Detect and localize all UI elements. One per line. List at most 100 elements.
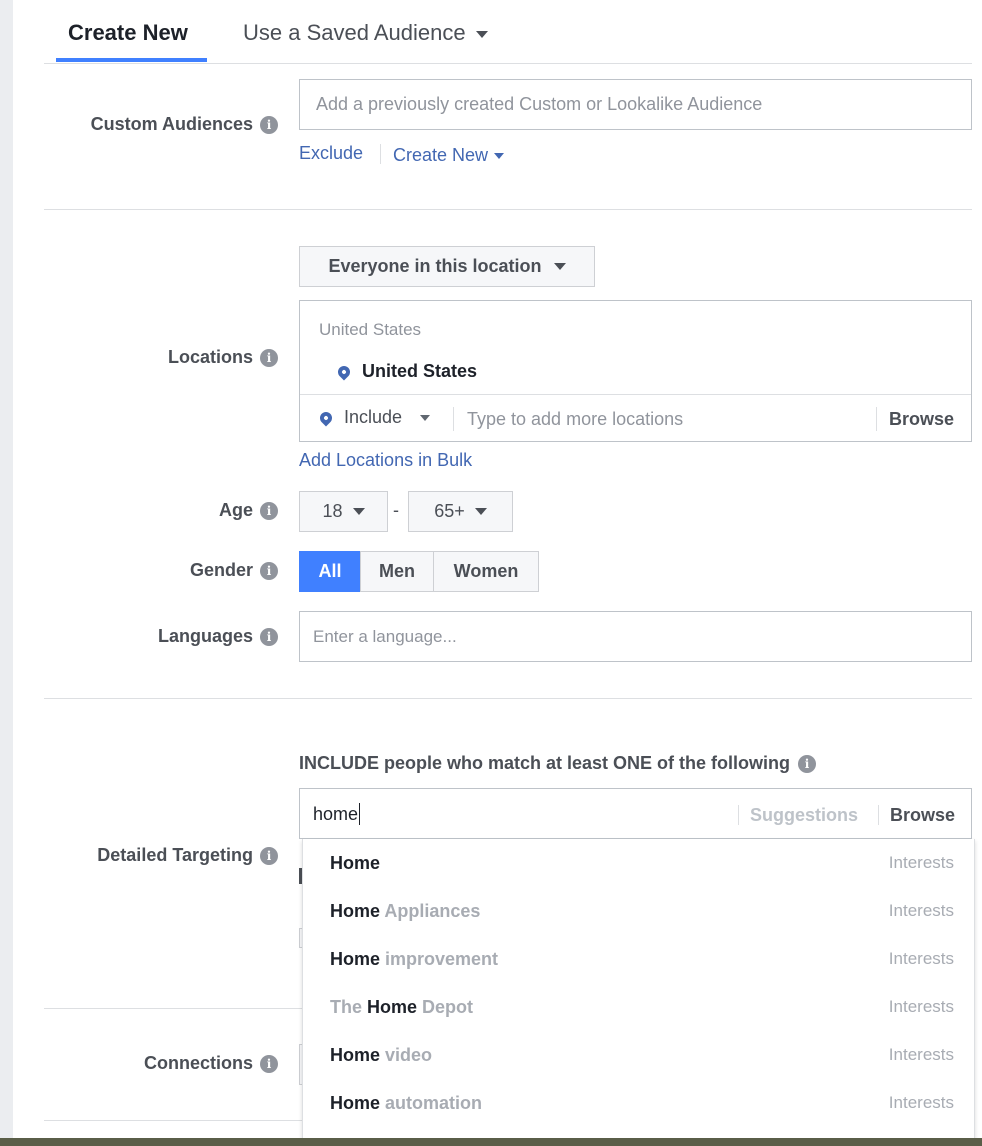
suggestion-item[interactable]: Home video Interests (303, 1031, 974, 1079)
browse-targeting-button[interactable]: Browse (890, 805, 955, 826)
custom-audiences-label: Custom Audiences i (91, 114, 278, 135)
info-icon[interactable]: i (260, 348, 278, 367)
age-max-value: 65+ (434, 501, 465, 521)
suggestion-match: Home (330, 1092, 381, 1113)
chevron-down-icon (420, 414, 431, 421)
link-separator (380, 144, 381, 164)
language-input[interactable]: Enter a language... (299, 611, 972, 662)
locations-label-text: Locations (167, 347, 253, 367)
connections-label-text: Connections (143, 1053, 253, 1073)
include-mode-dropdown[interactable]: Include (317, 407, 431, 428)
include-heading-text: INCLUDE people who match at least ONE of… (299, 753, 791, 773)
suggestion-item[interactable]: Home improvement Interests (303, 935, 974, 983)
location-group-header: United States (319, 320, 422, 339)
custom-audiences-label-text: Custom Audiences (90, 114, 253, 134)
suggestion-category: Interests (888, 1045, 954, 1064)
language-placeholder: Enter a language... (313, 626, 457, 646)
text-cursor (359, 803, 361, 825)
languages-label-text: Languages (157, 626, 253, 646)
age-separator: - (393, 500, 399, 520)
age-label-text: Age (218, 500, 253, 520)
suggestion-item[interactable]: Home Interests (303, 839, 974, 887)
info-icon[interactable]: i (260, 561, 278, 580)
tab-saved-audience-label: Use a Saved Audience (243, 20, 466, 45)
suggestion-name: The Home Depot (330, 997, 473, 1018)
suggestion-item[interactable]: The Home Depot Interests (303, 983, 974, 1031)
chevron-down-icon (553, 263, 566, 270)
info-icon[interactable]: i (260, 1054, 278, 1073)
location-scope-dropdown[interactable]: Everyone in this location (299, 246, 595, 287)
tab-create-new[interactable]: Create New (68, 20, 188, 46)
info-icon[interactable]: i (260, 501, 278, 520)
browse-separator (876, 407, 877, 431)
suggestion-item[interactable]: Home Appliances Interests (303, 887, 974, 935)
include-separator (453, 407, 454, 431)
custom-audience-input[interactable]: Add a previously created Custom or Looka… (299, 79, 972, 130)
age-min-value: 18 (322, 501, 343, 521)
suggestion-rest: automation (380, 1092, 483, 1113)
age-min-dropdown[interactable]: 18 (299, 491, 388, 532)
locations-label: Locations i (168, 347, 278, 368)
suggestion-category: Interests (888, 997, 954, 1016)
chevron-down-icon (475, 30, 488, 38)
gender-all-button[interactable]: All (299, 551, 361, 592)
include-mode-label: Include (344, 407, 403, 427)
selected-location-name: United States (362, 361, 478, 381)
suggestion-category: Interests (888, 1093, 954, 1112)
suggestion-match: Home (330, 900, 381, 921)
browse-separator (878, 805, 879, 825)
locations-box: United States United States Include Type… (299, 300, 972, 442)
gender-label-text: Gender (189, 560, 253, 580)
exclude-link[interactable]: Exclude (299, 143, 363, 164)
location-pin-icon (335, 363, 353, 380)
create-new-audience-label: Create New (393, 145, 489, 165)
tab-divider (44, 63, 972, 64)
targeting-suggestions-dropdown: Home Interests Home Appliances Interests… (302, 839, 975, 1139)
info-icon[interactable]: i (260, 846, 278, 865)
locations-inner-divider (300, 394, 971, 395)
suggestion-match: Home (330, 1044, 381, 1065)
suggestion-match: Home (367, 996, 418, 1017)
suggestion-item[interactable]: Home automation Interests (303, 1079, 974, 1127)
tab-active-indicator (56, 58, 207, 62)
info-icon[interactable]: i (260, 115, 278, 134)
suggestion-category: Interests (888, 949, 954, 968)
location-pin-icon (317, 409, 335, 426)
suggestion-match: Home (330, 948, 381, 969)
gender-women-button[interactable]: Women (433, 551, 539, 592)
suggestion-name: Home Appliances (330, 901, 480, 922)
gender-men-button[interactable]: Men (360, 551, 434, 592)
tab-saved-audience[interactable]: Use a Saved Audience (243, 20, 488, 46)
suggestion-name: Home video (330, 1045, 432, 1066)
create-new-audience-link[interactable]: Create New (393, 145, 505, 166)
languages-label: Languages i (158, 626, 278, 647)
info-icon[interactable]: i (260, 627, 278, 646)
suggestion-category: Interests (888, 901, 954, 920)
section-divider (44, 209, 972, 210)
suggestion-name: Home improvement (330, 949, 498, 970)
detailed-targeting-label: Detailed Targeting i (97, 845, 278, 866)
bottom-background-strip (0, 1138, 982, 1146)
selected-location[interactable]: United States (335, 361, 478, 382)
chevron-down-icon (352, 508, 365, 515)
chevron-down-icon (474, 508, 487, 515)
custom-audience-placeholder: Add a previously created Custom or Looka… (316, 94, 763, 114)
browse-locations-button[interactable]: Browse (889, 409, 954, 430)
suggestion-category: Interests (888, 853, 954, 872)
suggestions-button[interactable]: Suggestions (750, 805, 858, 826)
add-location-input[interactable]: Type to add more locations (467, 409, 683, 430)
suggestion-match: Home (330, 852, 381, 873)
chevron-down-icon (494, 153, 505, 160)
section-divider (44, 698, 972, 699)
suggestion-rest: Appliances (380, 900, 481, 921)
suggestion-name: Home automation (330, 1093, 482, 1114)
include-heading: INCLUDE people who match at least ONE of… (299, 753, 817, 774)
gender-label: Gender i (190, 560, 278, 581)
targeting-search-text[interactable]: home (313, 803, 361, 825)
add-locations-bulk-link[interactable]: Add Locations in Bulk (299, 450, 472, 471)
age-max-dropdown[interactable]: 65+ (408, 491, 513, 532)
info-icon[interactable]: i (798, 754, 817, 773)
suggestion-rest: video (380, 1044, 433, 1065)
left-edge-strip (0, 0, 13, 1146)
detailed-targeting-input[interactable]: home Suggestions Browse (299, 788, 972, 839)
